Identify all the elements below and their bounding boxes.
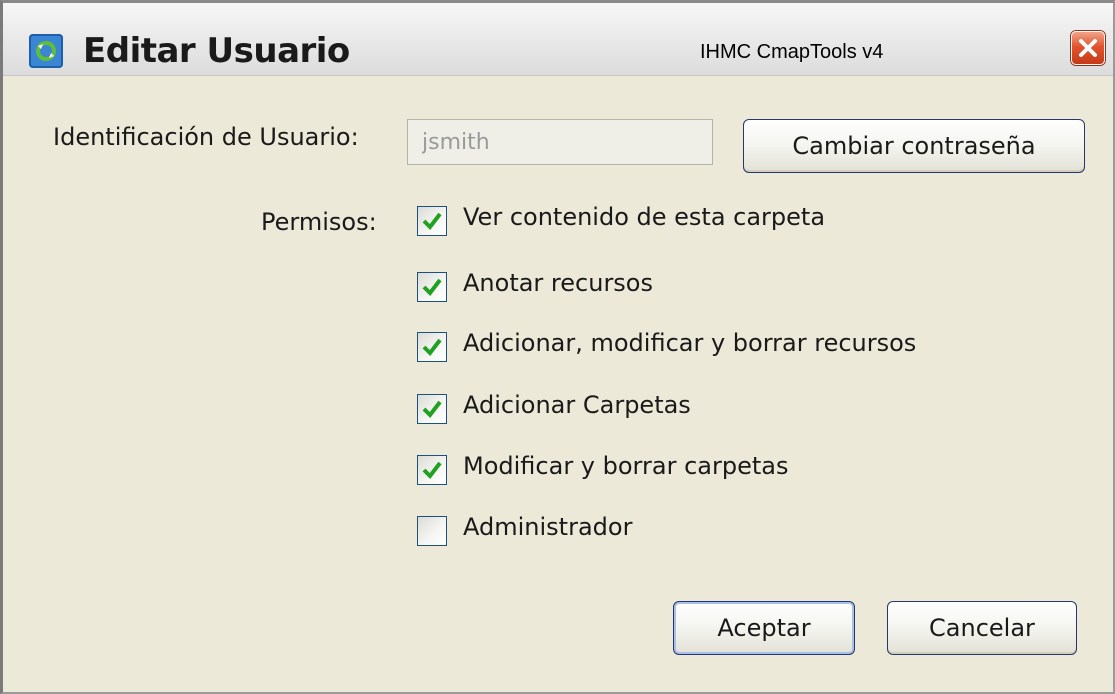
change-password-button[interactable]: Cambiar contraseña (743, 119, 1085, 173)
permission-label: Ver contenido de esta carpeta (463, 203, 826, 231)
permissions-label: Permisos: (261, 208, 377, 236)
permission-label: Adicionar, modificar y borrar recursos (463, 329, 917, 357)
permission-checkbox[interactable] (417, 516, 447, 546)
checkmark-icon (422, 212, 442, 231)
edit-user-dialog: Editar Usuario IHMC CmapTools v4 Identif… (0, 0, 1115, 694)
permission-label: Adicionar Carpetas (463, 391, 691, 419)
permission-checkbox[interactable] (417, 272, 447, 302)
permission-label: Modificar y borrar carpetas (463, 452, 789, 480)
checkmark-icon (422, 461, 442, 480)
permission-label: Administrador (463, 513, 633, 541)
close-icon (1079, 39, 1097, 57)
checkmark-icon (422, 400, 442, 419)
permission-checkbox[interactable] (417, 332, 447, 362)
cancel-button[interactable]: Cancelar (887, 601, 1077, 655)
cmaptools-app-icon (29, 34, 63, 68)
checkmark-icon (422, 338, 442, 357)
accept-button[interactable]: Aceptar (673, 601, 855, 655)
checkmark-icon (422, 278, 442, 297)
window-title: Editar Usuario (83, 31, 350, 71)
permission-checkbox[interactable] (417, 394, 447, 424)
user-id-input[interactable] (407, 119, 713, 165)
permission-checkbox[interactable] (417, 455, 447, 485)
close-button[interactable] (1071, 31, 1105, 65)
permission-label: Anotar recursos (463, 269, 653, 297)
app-name: IHMC CmapTools v4 (700, 41, 884, 63)
permission-checkbox[interactable] (417, 206, 447, 236)
title-bar[interactable]: Editar Usuario IHMC CmapTools v4 (3, 3, 1113, 76)
user-id-label: Identificación de Usuario: (53, 123, 359, 151)
